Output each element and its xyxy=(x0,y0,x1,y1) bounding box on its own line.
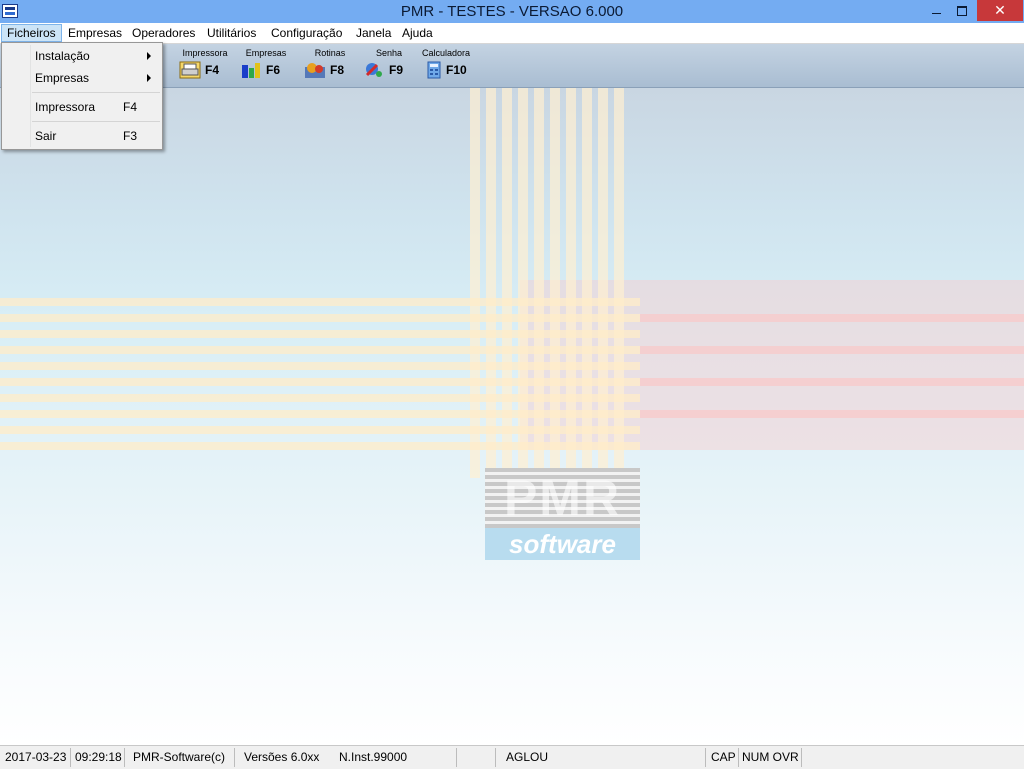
ficheiros-dropdown: Instalação Empresas Impressora F4 Sair F… xyxy=(1,42,163,150)
background-stripe xyxy=(640,346,1024,354)
dropdown-item-impressora[interactable]: Impressora F4 xyxy=(35,97,155,117)
status-separator xyxy=(456,748,457,767)
tool-password-label: Senha xyxy=(375,48,403,58)
dropdown-separator xyxy=(32,121,160,122)
tool-printer-label: Impressora xyxy=(182,48,228,58)
restore-button[interactable] xyxy=(948,0,976,21)
dropdown-item-empresas[interactable]: Empresas xyxy=(35,68,155,88)
close-icon: ✕ xyxy=(994,2,1006,18)
background-stripe xyxy=(0,394,640,402)
background-stripe xyxy=(566,88,576,478)
printer-icon xyxy=(179,61,201,79)
dropdown-separator xyxy=(32,92,160,93)
status-separator xyxy=(705,748,706,767)
background-stripe xyxy=(550,88,560,478)
window-title: PMR - TESTES - VERSAO 6.000 xyxy=(400,3,624,20)
background-stripe xyxy=(534,88,544,478)
logo-brand: PMR xyxy=(485,468,640,528)
background-stripe xyxy=(0,378,640,386)
status-num-ovr: NUM OVR xyxy=(742,750,799,764)
tool-password-key: F9 xyxy=(389,63,404,77)
menu-operadores[interactable]: Operadores xyxy=(127,24,200,42)
pmr-logo: PMR software xyxy=(485,468,640,560)
status-separator xyxy=(738,748,739,767)
background-stripe xyxy=(0,298,640,306)
menu-ficheiros[interactable]: Ficheiros xyxy=(1,24,62,42)
status-separator xyxy=(495,748,496,767)
background-stripe xyxy=(640,410,1024,418)
status-separator xyxy=(70,748,71,767)
dropdown-item-instalacao[interactable]: Instalação xyxy=(35,46,155,66)
tool-companies-key: F6 xyxy=(266,63,281,77)
status-bar: 2017-03-23 09:29:18 PMR-Software(c) Vers… xyxy=(0,745,1024,769)
dropdown-item-label: Instalação xyxy=(35,49,90,63)
status-company: PMR-Software(c) xyxy=(133,750,226,764)
dropdown-gutter xyxy=(30,45,31,147)
dropdown-item-sair[interactable]: Sair F3 xyxy=(35,126,155,146)
menu-empresas[interactable]: Empresas xyxy=(63,24,127,42)
tool-printer[interactable]: Impressora F4 xyxy=(177,47,233,83)
status-separator xyxy=(801,748,802,767)
background-stripe xyxy=(0,442,640,450)
background-stripe xyxy=(0,426,640,434)
dropdown-item-label: Sair xyxy=(35,129,57,143)
tool-printer-key: F4 xyxy=(205,63,220,77)
background-stripe xyxy=(640,314,1024,322)
background-stripe xyxy=(502,88,512,478)
background-stripe xyxy=(582,88,592,478)
status-separator xyxy=(124,748,125,767)
tool-companies-label: Empresas xyxy=(245,48,287,58)
calculator-icon xyxy=(427,61,441,79)
close-button[interactable]: ✕ xyxy=(977,0,1023,21)
minimize-icon xyxy=(931,13,941,15)
tool-password[interactable]: Senha F9 xyxy=(361,47,417,83)
dropdown-item-label: Impressora xyxy=(35,100,96,114)
tool-routines-label: Rotinas xyxy=(314,48,346,58)
background-stripe xyxy=(0,410,640,418)
tool-calculator[interactable]: Calculadora F10 xyxy=(418,47,474,83)
status-cap: CAP xyxy=(711,750,736,764)
minimize-button[interactable] xyxy=(922,0,950,21)
status-version: Versões 6.0xx xyxy=(244,750,320,764)
background-stripe xyxy=(486,88,496,478)
menu-utilitarios[interactable]: Utilitários xyxy=(202,24,261,42)
tool-companies[interactable]: Empresas F6 xyxy=(238,47,294,83)
restore-icon xyxy=(957,5,967,16)
background-stripe xyxy=(0,330,640,338)
menu-ajuda[interactable]: Ajuda xyxy=(397,24,438,42)
background-stripe xyxy=(598,88,608,478)
companies-icon xyxy=(242,63,260,78)
tool-routines[interactable]: Rotinas F8 xyxy=(302,47,358,83)
status-separator xyxy=(234,748,235,767)
status-date: 2017-03-23 xyxy=(5,750,67,764)
mdi-workspace: PMR software xyxy=(0,88,1024,745)
dropdown-item-label: Empresas xyxy=(35,71,90,85)
status-install: N.Inst.99000 xyxy=(339,750,408,764)
dropdown-shortcut: F3 xyxy=(122,129,137,143)
routines-icon xyxy=(305,63,325,78)
tool-routines-key: F8 xyxy=(330,63,345,77)
menu-janela[interactable]: Janela xyxy=(351,24,396,42)
logo-software: software xyxy=(485,528,640,560)
tool-calculator-key: F10 xyxy=(446,63,467,77)
status-user: AGLOU xyxy=(506,750,549,764)
status-time: 09:29:18 xyxy=(75,750,122,764)
submenu-arrow-icon xyxy=(147,74,151,82)
background-stripe xyxy=(0,314,640,322)
background-stripe xyxy=(518,88,528,478)
background-stripe xyxy=(0,362,640,370)
background-stripe xyxy=(470,88,480,478)
tool-calculator-label: Calculadora xyxy=(421,48,471,58)
submenu-arrow-icon xyxy=(147,52,151,60)
menu-configuracao[interactable]: Configuração xyxy=(266,24,347,42)
password-icon xyxy=(365,63,382,77)
background-stripe xyxy=(640,378,1024,386)
dropdown-shortcut: F4 xyxy=(122,100,137,114)
background-stripe xyxy=(0,346,640,354)
background-stripe xyxy=(614,88,624,478)
title-bar: PMR - TESTES - VERSAO 6.000 ✕ xyxy=(0,0,1024,23)
menu-bar: Ficheiros Empresas Operadores Utilitário… xyxy=(0,23,1024,44)
